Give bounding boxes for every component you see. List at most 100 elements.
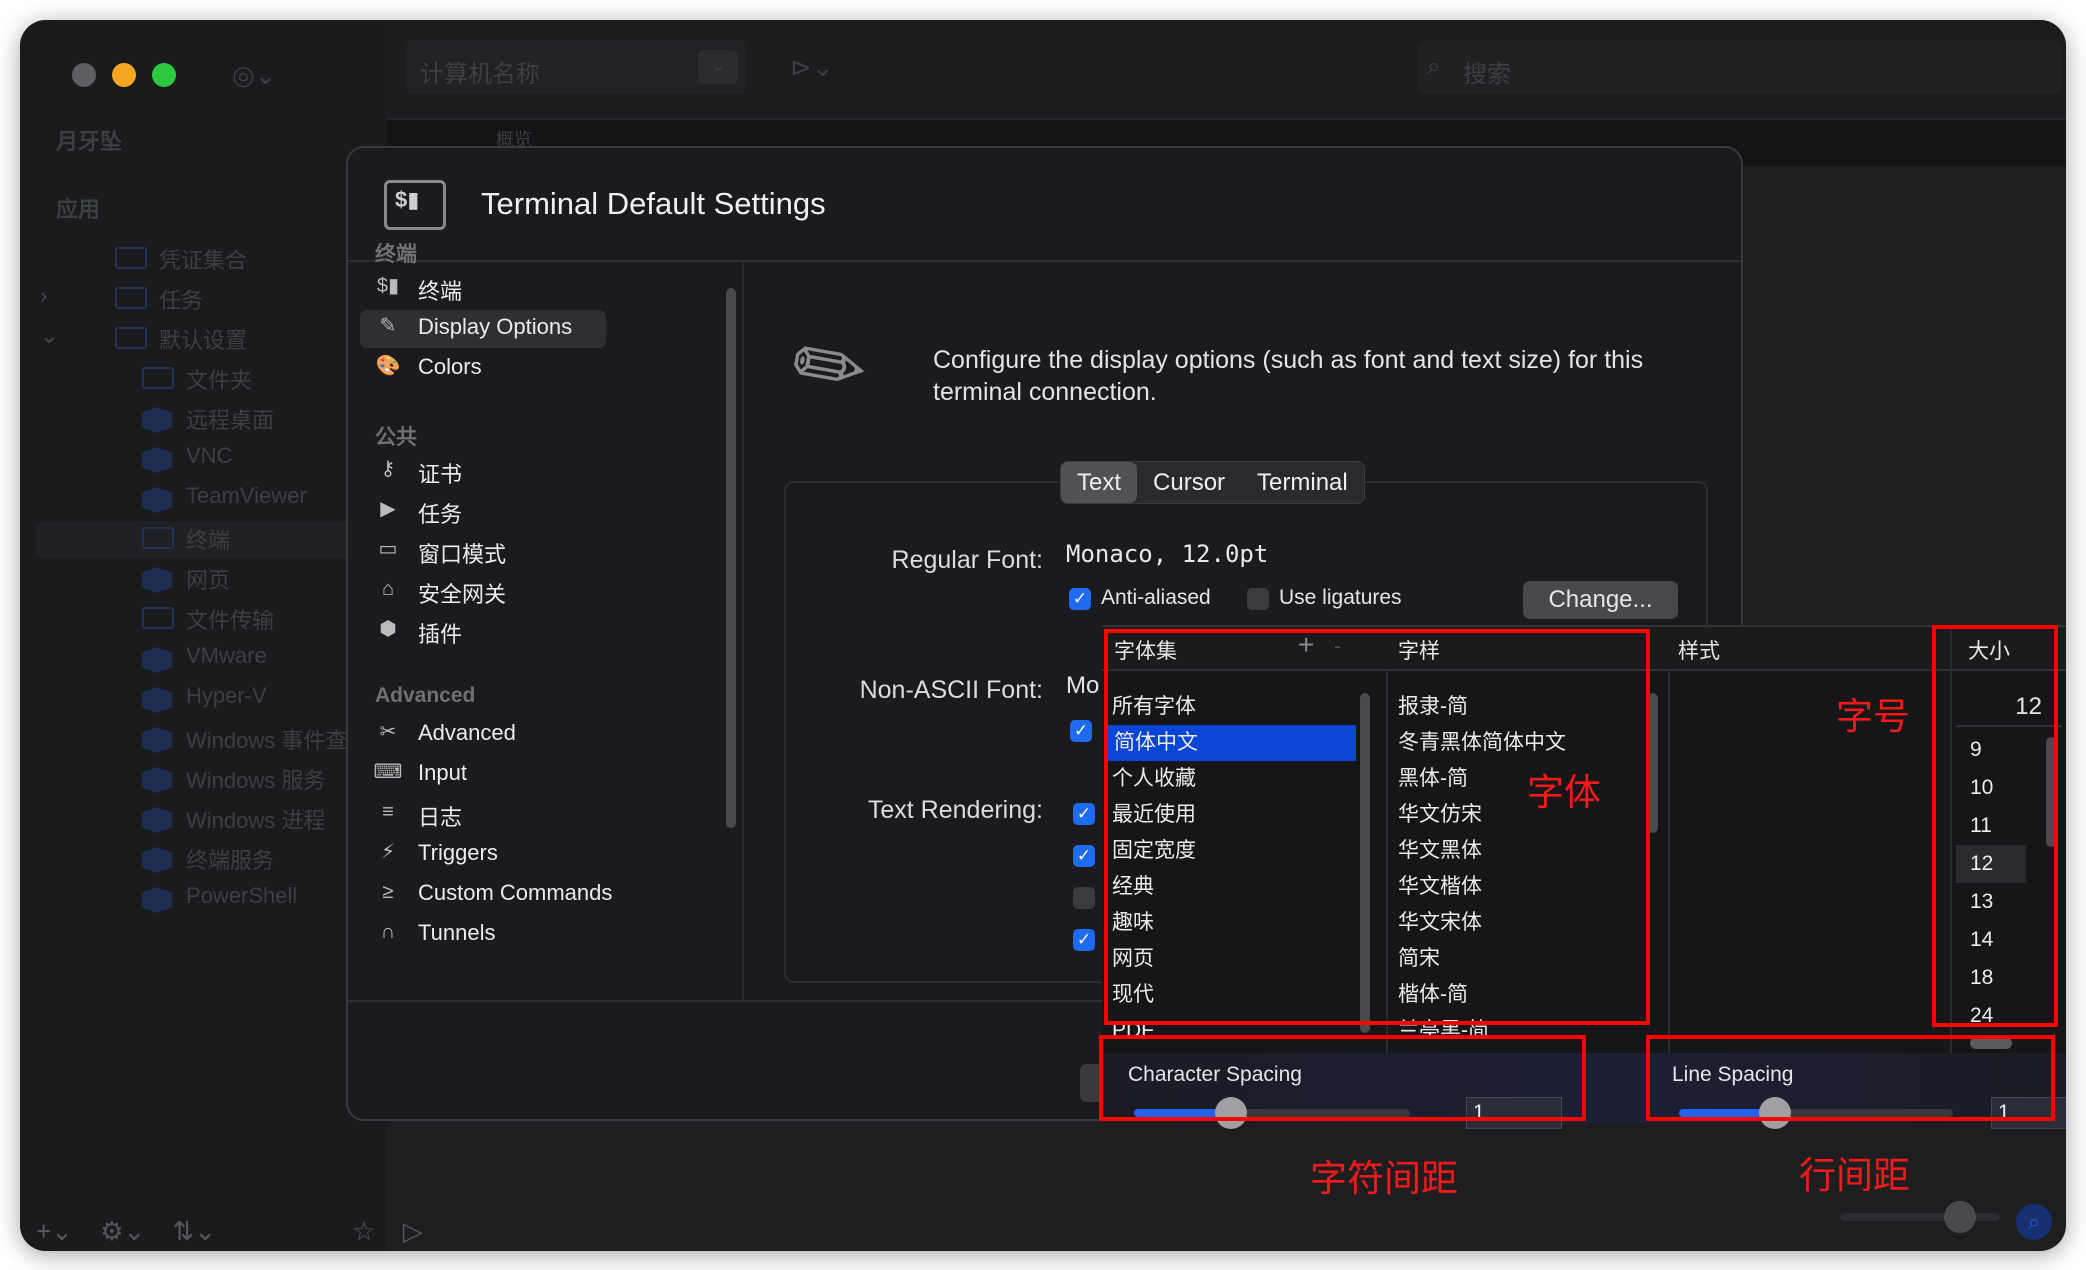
tree-item[interactable]: 文件夹 [186, 363, 252, 395]
chevron-icon[interactable]: ⌄ [40, 323, 58, 349]
sidebar-item-colors[interactable]: Colors [418, 354, 482, 380]
annotation-box-line-spacing [1646, 1035, 2055, 1121]
folder-icon [115, 287, 147, 309]
tree-item[interactable]: PowerShell [186, 883, 297, 909]
tree-item[interactable]: Windows 进程 [186, 803, 325, 835]
regular-font-value: Monaco, 12.0pt [1066, 540, 1269, 568]
gear-icon[interactable]: ⚙⌄ [100, 1216, 145, 1246]
plugin-icon: ⬢ [379, 618, 397, 640]
sync-icon[interactable]: ⇅⌄ [173, 1216, 217, 1246]
trigger-icon: ⚡ [380, 841, 396, 863]
non-ascii-checkbox[interactable]: ✓ [1070, 720, 1092, 742]
search-icon: ⌕ [1427, 53, 1441, 80]
sidebar-item-advanced[interactable]: Advanced [418, 720, 516, 746]
tab-terminal[interactable]: Terminal [1241, 462, 1364, 503]
tools-icon: ✂ [379, 721, 397, 743]
sidebar-section-header: 公共 [375, 426, 417, 449]
tree-item[interactable]: Windows 事件查看 [186, 723, 369, 755]
description: Configure the display options (such as f… [933, 346, 1644, 406]
header-divider [348, 260, 1741, 262]
sidebar-item-display-options[interactable]: Display Options [418, 314, 572, 340]
refresh-icon[interactable]: ◎⌄ [232, 60, 276, 91]
gateway-icon: ⌂ [381, 578, 395, 600]
style-header: 样式 [1678, 640, 1720, 663]
annotation-font: 字体 [1527, 772, 1601, 813]
chevron-down-icon[interactable]: ⌄ [698, 50, 738, 84]
annotation-box-size [1932, 625, 2058, 1027]
folder-icon [115, 327, 147, 349]
minimize-button[interactable] [112, 63, 136, 87]
sidebar-item-日志[interactable]: 日志 [418, 800, 462, 832]
cube-icon [142, 807, 172, 833]
sidebar-item-插件[interactable]: 插件 [418, 617, 462, 649]
star-icon[interactable]: ☆ [352, 1216, 375, 1246]
left-sidebar: ◎⌄ 月牙坠 应用 凭证集合 › 任务 ⌄ 默认设置 文件夹 远程桌面 VNC TeamView… [20, 20, 423, 1251]
tab-control: Text Cursor Terminal [1060, 461, 1365, 504]
tree-item[interactable]: Windows 服务 [186, 763, 325, 795]
regular-font-label: Regular Font: [891, 546, 1043, 574]
tree-item[interactable]: 凭证集合 [159, 243, 247, 275]
cube-icon [142, 687, 172, 713]
sidebar-section-header: Advanced [375, 684, 476, 707]
annotation-box-font [1104, 629, 1650, 1025]
slider-thumb[interactable] [1944, 1201, 1976, 1233]
zoom-slider[interactable] [1840, 1201, 2000, 1233]
zoom-button[interactable] [152, 63, 176, 87]
anti-aliased-label: Anti-aliased [1101, 586, 1211, 609]
sidebar-item-tunnels[interactable]: Tunnels [418, 920, 495, 946]
text-rendering-checkbox[interactable]: ✓ [1073, 845, 1095, 867]
sidebar-item-证书[interactable]: 证书 [418, 457, 462, 489]
search-placeholder: 搜索 [1463, 61, 1511, 88]
sidebar-item-任务[interactable]: 任务 [418, 497, 462, 529]
add-icon[interactable]: +⌄ [36, 1216, 73, 1246]
cube-icon [142, 567, 172, 593]
play-icon[interactable]: ▷ [403, 1216, 423, 1246]
use-ligatures-label: Use ligatures [1279, 586, 1402, 609]
sidebar-item-终端[interactable]: 终端 [418, 274, 462, 306]
brush-icon: ✎ [772, 308, 888, 428]
chevron-icon[interactable]: › [40, 283, 47, 309]
sidebar-item-triggers[interactable]: Triggers [418, 840, 498, 866]
sidebar-scrollbar[interactable] [726, 288, 736, 828]
tree-item[interactable]: 终端 [186, 523, 230, 555]
text-rendering-checkbox[interactable]: ✓ [1073, 803, 1095, 825]
cube-icon [142, 447, 172, 473]
search-input[interactable]: ⌕ 搜索 [1417, 40, 2062, 94]
tree-item[interactable]: 终端服务 [186, 843, 274, 875]
sidebar-item-安全网关[interactable]: 安全网关 [418, 577, 506, 609]
sidebar-item-custom-commands[interactable]: Custom Commands [418, 880, 612, 906]
text-rendering-checkbox[interactable]: ✓ [1073, 929, 1095, 951]
annotation-size: 字号 [1836, 696, 1910, 737]
play-menu-icon[interactable]: ⊳⌄ [790, 52, 834, 83]
tab-text[interactable]: Text [1061, 462, 1138, 503]
transfer-icon [142, 607, 174, 629]
cube-icon [142, 887, 172, 913]
non-ascii-font-value: Mo [1066, 672, 1100, 699]
tree-item[interactable]: 网页 [186, 563, 230, 595]
dialog-title: Terminal Default Settings [481, 186, 826, 221]
tab-cursor[interactable]: Cursor [1137, 462, 1241, 503]
anti-aliased-checkbox[interactable]: ✓ [1069, 588, 1091, 610]
tree-item[interactable]: Hyper-V [186, 683, 267, 709]
cube-icon [142, 767, 172, 793]
tree-item[interactable]: VMware [186, 643, 267, 669]
use-ligatures-checkbox[interactable] [1247, 588, 1269, 610]
computer-name-field[interactable]: 计算机名称 ⌄ [406, 40, 746, 94]
brush-icon: ✎ [379, 315, 397, 337]
tree-item[interactable]: 默认设置 [159, 323, 247, 355]
window-icon: ▭ [378, 538, 398, 560]
tree-item[interactable]: 远程桌面 [186, 403, 274, 435]
sidebar-item-input[interactable]: Input [418, 760, 467, 786]
sidebar-section-header: 终端 [375, 243, 417, 266]
close-button[interactable] [72, 63, 96, 87]
text-rendering-checkbox[interactable] [1073, 887, 1095, 909]
tree-item[interactable]: VNC [186, 443, 232, 469]
search-zoom-icon[interactable]: ⌕ [2016, 1204, 2052, 1240]
sidebar-item-窗口模式[interactable]: 窗口模式 [418, 537, 506, 569]
folder-icon [115, 247, 147, 269]
change-font-button[interactable]: Change... [1523, 581, 1678, 619]
tree-item[interactable]: TeamViewer [186, 483, 307, 509]
terminal-icon: $▮ [376, 275, 400, 297]
tree-item[interactable]: 文件传输 [186, 603, 274, 635]
tree-item[interactable]: 任务 [159, 283, 203, 315]
